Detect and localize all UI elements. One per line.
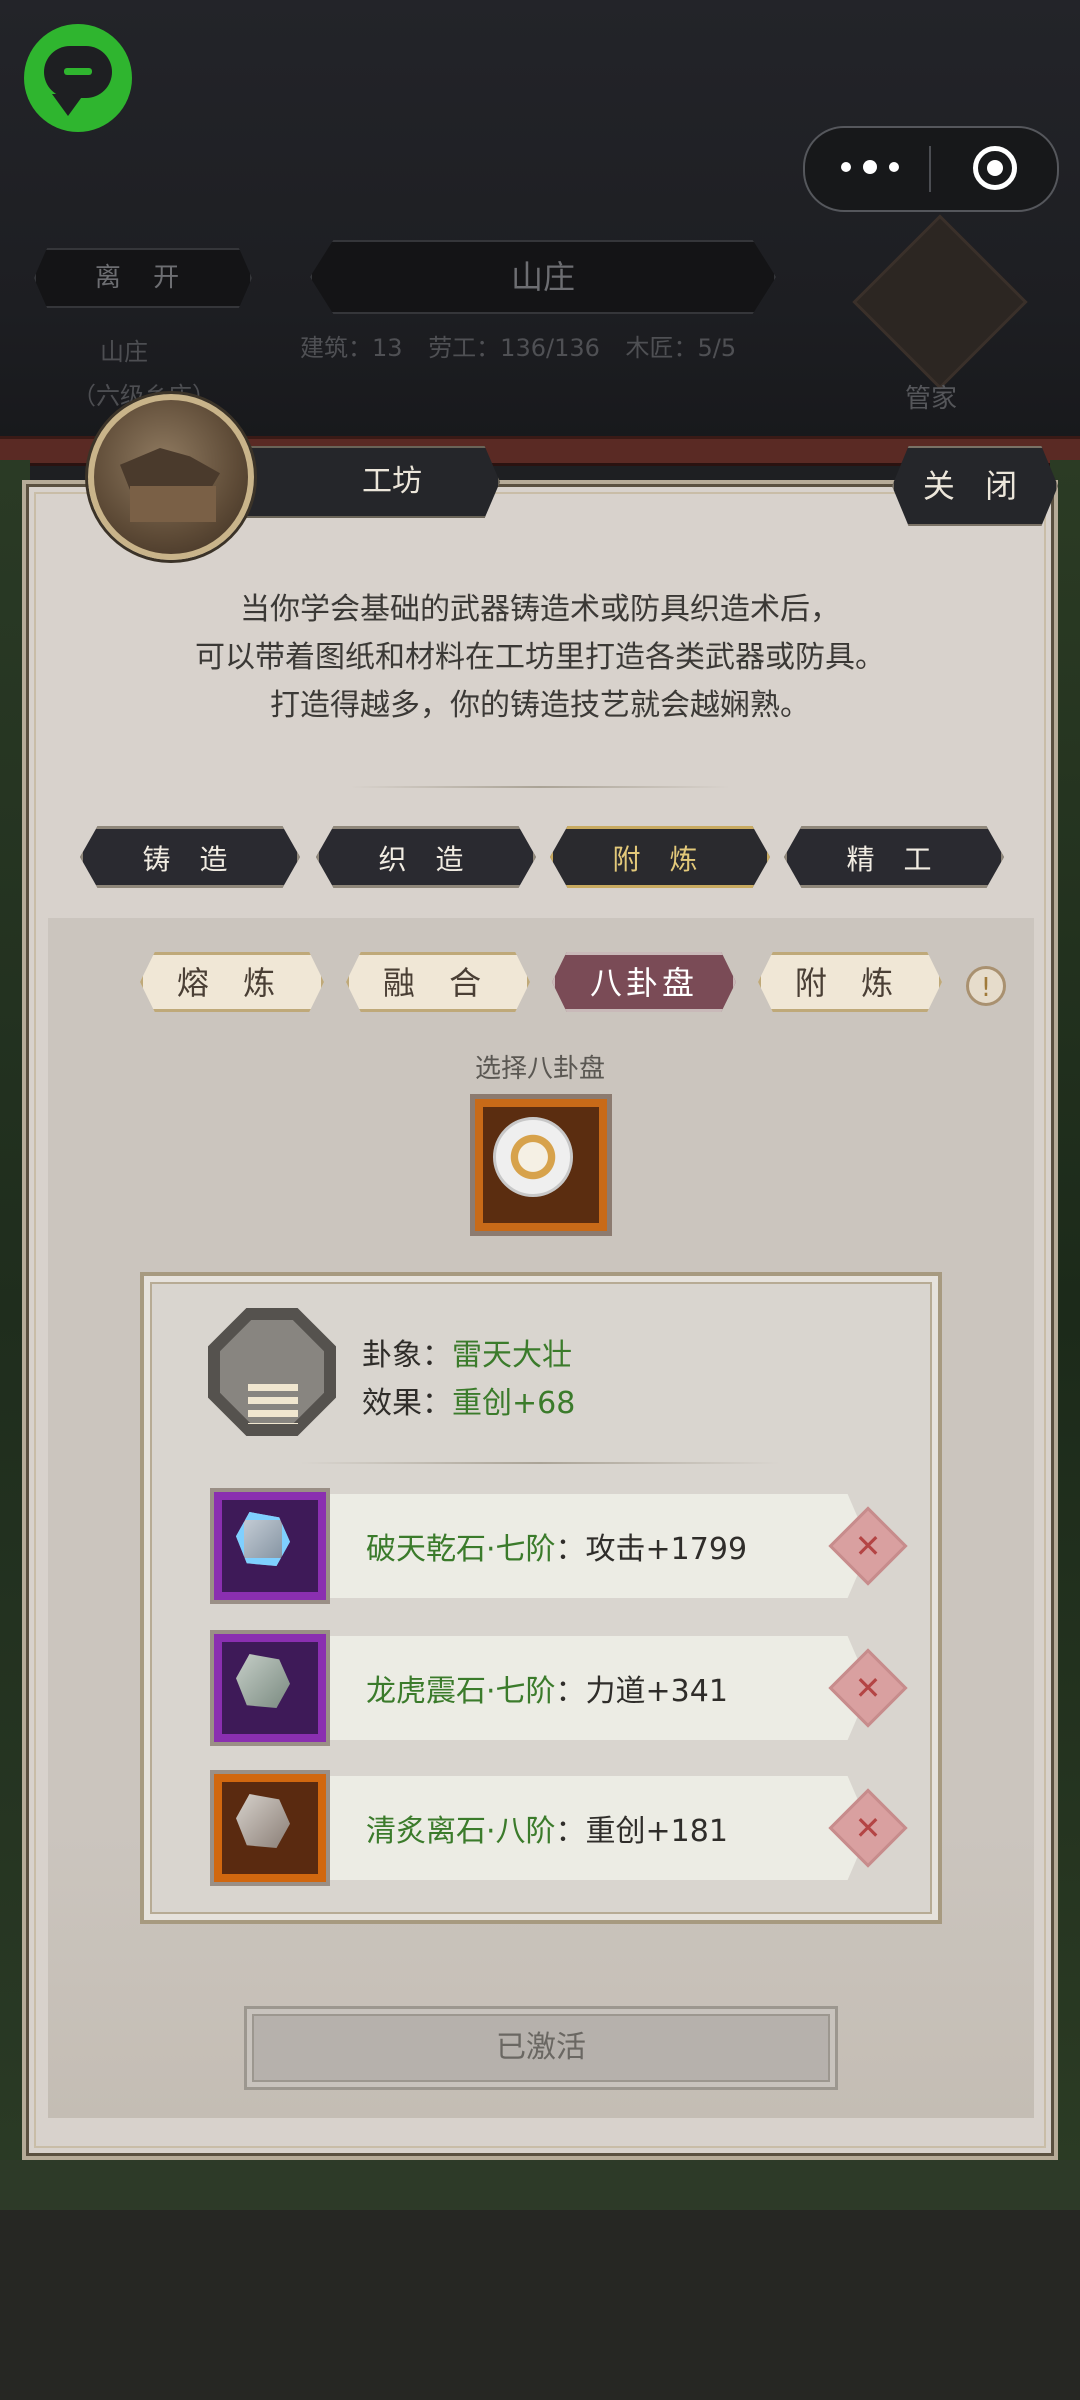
- hexagram-label: 卦象：: [362, 1338, 452, 1373]
- subtab-smelt[interactable]: 熔 炼: [140, 952, 324, 1012]
- select-bagua-label: 选择八卦盘: [474, 1054, 605, 1084]
- stone-row[interactable]: 清炙离石·八阶：重创+181 ✕: [210, 1770, 908, 1886]
- miniprogram-capsule: [803, 126, 1059, 212]
- tab-refine[interactable]: 精 工: [784, 826, 1004, 888]
- stone-stat: ：攻击+1799: [555, 1532, 748, 1567]
- panel-title: 工坊: [244, 446, 500, 518]
- close-icon: ✕: [854, 1809, 882, 1847]
- subtab-fuse[interactable]: 融 合: [346, 952, 530, 1012]
- estate-stats: 建筑：13 劳工：136/136 木匠：5/5: [300, 328, 800, 363]
- stone-row[interactable]: 破天乾石·七阶：攻击+1799 ✕: [210, 1488, 908, 1604]
- close-icon: ✕: [854, 1669, 882, 1707]
- tab-forge[interactable]: 铸 造: [80, 826, 300, 888]
- ornament-divider: [350, 786, 730, 788]
- effect-label: 效果：: [362, 1386, 452, 1421]
- capsule-divider: [929, 146, 931, 192]
- background-ground: [0, 2160, 1080, 2400]
- stone-stat: ：力道+341: [555, 1674, 728, 1709]
- yin-yang-disk-icon: [493, 1117, 573, 1197]
- buildings-stat: 建筑：13: [300, 334, 403, 362]
- steward-label: 管家: [905, 384, 958, 414]
- leave-button[interactable]: 离 开: [34, 248, 252, 308]
- tab-enchant[interactable]: 附 炼: [550, 826, 770, 888]
- intro-line: 可以带着图纸和材料在工坊里打造各类武器或防具。: [195, 640, 885, 675]
- stone-name: 龙虎震石·七阶: [366, 1674, 556, 1709]
- trigram-lines: [248, 1384, 298, 1424]
- close-button[interactable]: 关 闭: [892, 446, 1058, 526]
- stone-name: 破天乾石·七阶: [366, 1532, 556, 1567]
- close-miniprogram-icon[interactable]: [973, 146, 1017, 190]
- bagua-disk-slot[interactable]: [470, 1094, 612, 1236]
- stone-gem-icon: [210, 1630, 330, 1746]
- tab-weave[interactable]: 织 造: [316, 826, 536, 888]
- activated-button[interactable]: 已激活: [244, 2006, 838, 2090]
- stone-text: 清炙离石·八阶：重创+181: [366, 1806, 728, 1850]
- stone-text: 破天乾石·七阶：攻击+1799: [366, 1524, 747, 1568]
- hexagram-value: 雷天大壮: [452, 1338, 572, 1373]
- stone-row[interactable]: 龙虎震石·七阶：力道+341 ✕: [210, 1630, 908, 1746]
- workshop-building-icon: [88, 394, 254, 560]
- stone-name: 清炙离石·八阶: [366, 1814, 556, 1849]
- intro-text: 当你学会基础的武器铸造术或防具织造术后， 可以带着图纸和材料在工坊里打造各类武器…: [120, 586, 960, 730]
- stone-stat: ：重创+181: [555, 1814, 728, 1849]
- stone-gem-icon: [210, 1770, 330, 1886]
- subtab-enchant[interactable]: 附 炼: [758, 952, 942, 1012]
- game-hud: [0, 0, 1080, 440]
- subtab-bagua[interactable]: 八卦盘: [552, 952, 736, 1012]
- info-icon[interactable]: !: [966, 966, 1006, 1006]
- stone-text: 龙虎震石·七阶：力道+341: [366, 1666, 728, 1710]
- stone-gem-icon: [210, 1488, 330, 1604]
- location-title: 山庄: [310, 240, 776, 314]
- workers-stat: 劳工：136/136: [428, 334, 600, 362]
- effect-value: 重创+68: [452, 1386, 576, 1421]
- more-icon[interactable]: [841, 158, 901, 178]
- chat-logo-tail: [52, 94, 84, 116]
- close-icon: ✕: [854, 1527, 882, 1565]
- ornament-divider: [300, 1462, 780, 1464]
- panel-title-text: 工坊: [362, 464, 422, 499]
- estate-label: 山庄: [100, 338, 148, 366]
- hexagram-line: 卦象：雷天大壮: [362, 1330, 572, 1374]
- carpenters-stat: 木匠：5/5: [625, 334, 737, 362]
- intro-line: 当你学会基础的武器铸造术或防具织造术后，: [240, 592, 840, 627]
- effect-line: 效果：重创+68: [362, 1378, 575, 1422]
- intro-line: 打造得越多，你的铸造技艺就会越娴熟。: [270, 688, 810, 723]
